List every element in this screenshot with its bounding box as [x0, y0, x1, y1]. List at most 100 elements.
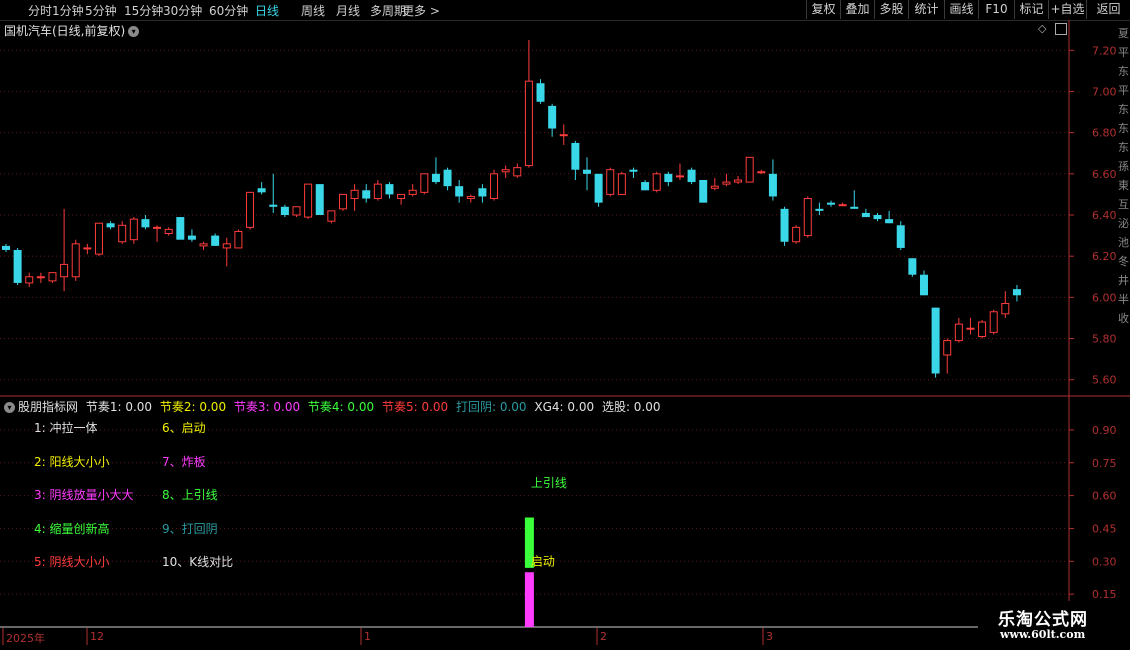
candle-body-up [722, 181, 731, 185]
signal-legend-item: 7、炸板 [162, 454, 206, 469]
tab-10[interactable]: 更多 > [402, 2, 440, 19]
toolbar-button-1[interactable]: 叠加 [840, 0, 874, 19]
candle-body-down [594, 173, 603, 203]
candle-body-up [954, 323, 963, 342]
indicator-value-1: 节奏2: 0.00 [156, 400, 227, 414]
toolbar-button-6[interactable]: 标记 [1014, 0, 1048, 19]
price-tick-label: 7.00 [1092, 85, 1117, 98]
indicator-tick-label: 0.60 [1092, 490, 1117, 503]
candle-body-up [466, 195, 475, 200]
watermark-logo: 乐淘公式网 www.60lt.com [978, 601, 1130, 645]
price-tick-label: 6.80 [1092, 127, 1117, 140]
candle-body-down [664, 173, 673, 183]
candle-body-up [652, 173, 661, 191]
chevron-down-icon[interactable]: ▾ [4, 402, 15, 413]
candle-body-up [710, 185, 719, 189]
side-panel-edge: 夏平东平东东东孫東互泌池冬井半收 [1118, 27, 1129, 325]
date-label: 3 [766, 630, 773, 643]
candle-body-down [315, 184, 324, 215]
candle-body-down [896, 225, 905, 248]
tab-7[interactable]: 周线 [301, 2, 325, 19]
candle-body-up [408, 189, 417, 195]
date-label: 2025年 [6, 632, 45, 645]
candle-body-up [234, 230, 243, 249]
tab-2[interactable]: 5分钟 [85, 2, 117, 19]
candle-body-up [838, 204, 847, 207]
candle-body-down [269, 204, 278, 207]
candle-body-down [827, 202, 836, 205]
chevron-down-icon[interactable]: ▾ [128, 26, 140, 37]
candle-body-down [908, 258, 917, 275]
toolbar-button-0[interactable]: 复权 [806, 0, 840, 19]
candle-body-down [641, 182, 650, 191]
candle-body-up [966, 327, 975, 330]
candle-body-up [60, 263, 69, 278]
candle-body-down [699, 180, 708, 203]
candle-body-up [129, 218, 138, 241]
tab-3[interactable]: 15分钟 [124, 2, 163, 19]
indicator-value-3: 节奏4: 0.00 [304, 400, 375, 414]
candle-body-down [931, 307, 940, 374]
candle-body-up [617, 173, 626, 195]
candle-body-up [513, 167, 522, 177]
candle-body-down [687, 169, 696, 183]
indicator-tick-label: 0.75 [1092, 457, 1117, 470]
candle-body-up [83, 247, 92, 250]
toolbar-button-2[interactable]: 多股 [874, 0, 908, 19]
candle-body-up [94, 222, 103, 255]
tab-6[interactable]: 日线 [255, 2, 279, 19]
indicator-bar [524, 572, 534, 627]
tab-9[interactable]: 多周期 [370, 2, 406, 19]
candle-body-up [48, 272, 57, 282]
candle-body-up [745, 156, 754, 183]
candle-body-up [153, 226, 162, 229]
toolbar-button-7[interactable]: +自选 [1048, 0, 1086, 19]
chart-title[interactable]: 国机汽车(日线,前复权) ▾ [4, 22, 140, 39]
candle-body-up [803, 198, 812, 237]
candle-body-up [1001, 303, 1010, 315]
toolbar-button-8[interactable]: 返回 [1086, 0, 1130, 19]
candle-body-up [338, 193, 347, 210]
toolbar-button-4[interactable]: 画线 [944, 0, 978, 19]
candle-body-up [350, 189, 359, 200]
candle-body-up [397, 193, 406, 200]
candle-body-up [524, 80, 533, 167]
diamond-icon[interactable]: ◇ [1038, 22, 1046, 35]
candle-body-up [978, 321, 987, 337]
candle-body-down [385, 184, 394, 195]
candle-body-down [548, 105, 557, 129]
indicator-tick-label: 0.15 [1092, 588, 1117, 601]
indicator-value-2: 节奏3: 0.00 [230, 400, 301, 414]
watermark-title: 乐淘公式网 [998, 610, 1088, 630]
candle-body-up [792, 226, 801, 243]
candle-body-down [211, 235, 220, 246]
window-icon[interactable] [1055, 23, 1067, 35]
indicator-value-6: XG4: 0.00 [530, 400, 595, 414]
indicator-value-4: 节奏5: 0.00 [378, 400, 449, 414]
toolbar-button-5[interactable]: F10 [978, 0, 1014, 19]
candle-body-down [455, 186, 464, 197]
tab-4[interactable]: 30分钟 [163, 2, 202, 19]
candle-body-down [1012, 289, 1021, 296]
candle-body-down [141, 219, 150, 228]
tab-5[interactable]: 60分钟 [209, 2, 248, 19]
candle-body-down [187, 235, 196, 240]
tab-1[interactable]: 1分钟 [52, 2, 84, 19]
tab-0[interactable]: 分时 [28, 2, 52, 19]
candle-body-down [257, 188, 266, 193]
tab-8[interactable]: 月线 [336, 2, 360, 19]
signal-legend-item: 9、打回阴 [162, 521, 218, 536]
price-tick-label: 6.00 [1092, 291, 1117, 304]
indicator-tick-label: 0.45 [1092, 522, 1117, 535]
candle-body-up [164, 228, 173, 235]
candle-body-up [606, 169, 615, 195]
candle-body-down [780, 208, 789, 242]
candle-body-up [36, 276, 45, 279]
price-tick-label: 6.40 [1092, 209, 1117, 222]
toolbar-button-3[interactable]: 统计 [908, 0, 944, 19]
indicator-tick-label: 0.30 [1092, 555, 1117, 568]
period-toolbar: 分时 1分钟 5分钟 15分钟 30分钟 60分钟 日线 周线 月线 多周期 更多 > 复权 叠加 多股… [0, 0, 1130, 21]
signal-legend-item: 6、启动 [162, 421, 206, 435]
candle-body-up [222, 243, 231, 249]
candle-body-up [559, 134, 568, 137]
